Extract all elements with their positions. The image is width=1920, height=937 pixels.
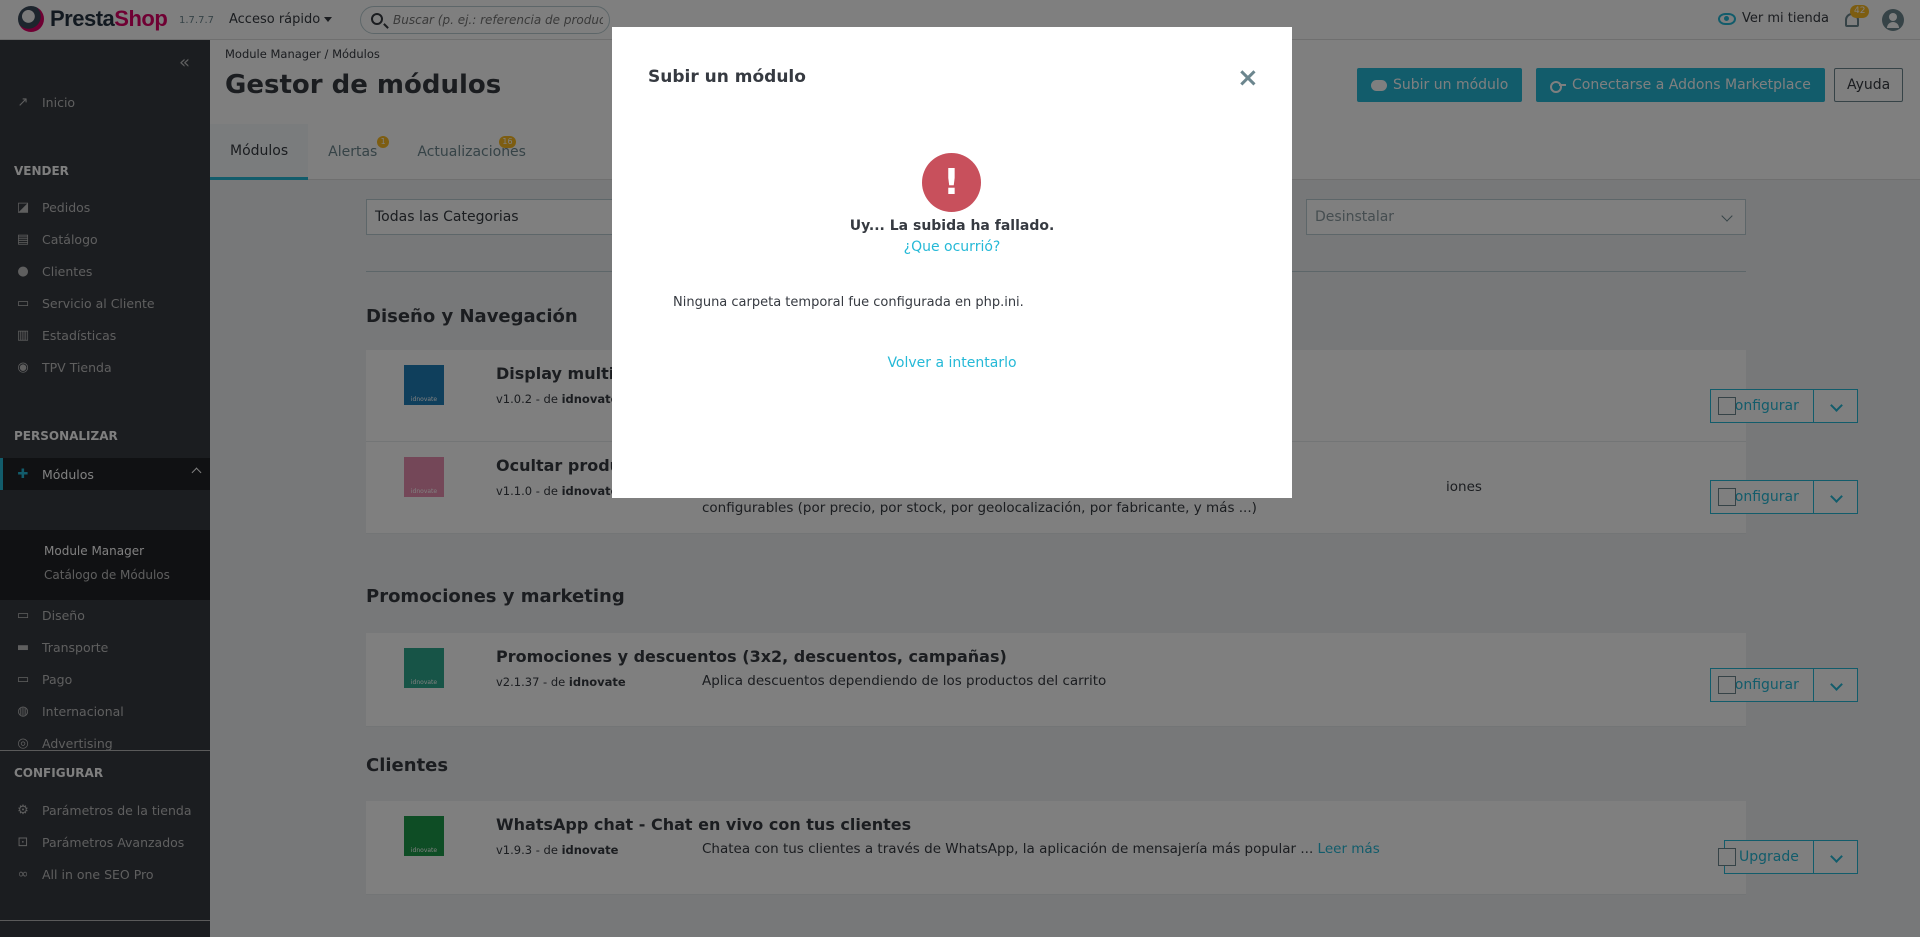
close-icon[interactable]: × <box>1237 65 1259 91</box>
error-icon: ! <box>922 153 981 212</box>
upload-module-modal: Subir un módulo × ! Uy... La subida ha f… <box>612 27 1292 498</box>
error-message: Ninguna carpeta temporal fue configurada… <box>673 295 1024 310</box>
error-title: Uy... La subida ha fallado. <box>849 218 1055 234</box>
retry-link[interactable]: Volver a intentarlo <box>612 355 1292 371</box>
modal-title: Subir un módulo <box>648 67 806 87</box>
what-happened-link[interactable]: ¿Que ocurrió? <box>612 239 1292 255</box>
